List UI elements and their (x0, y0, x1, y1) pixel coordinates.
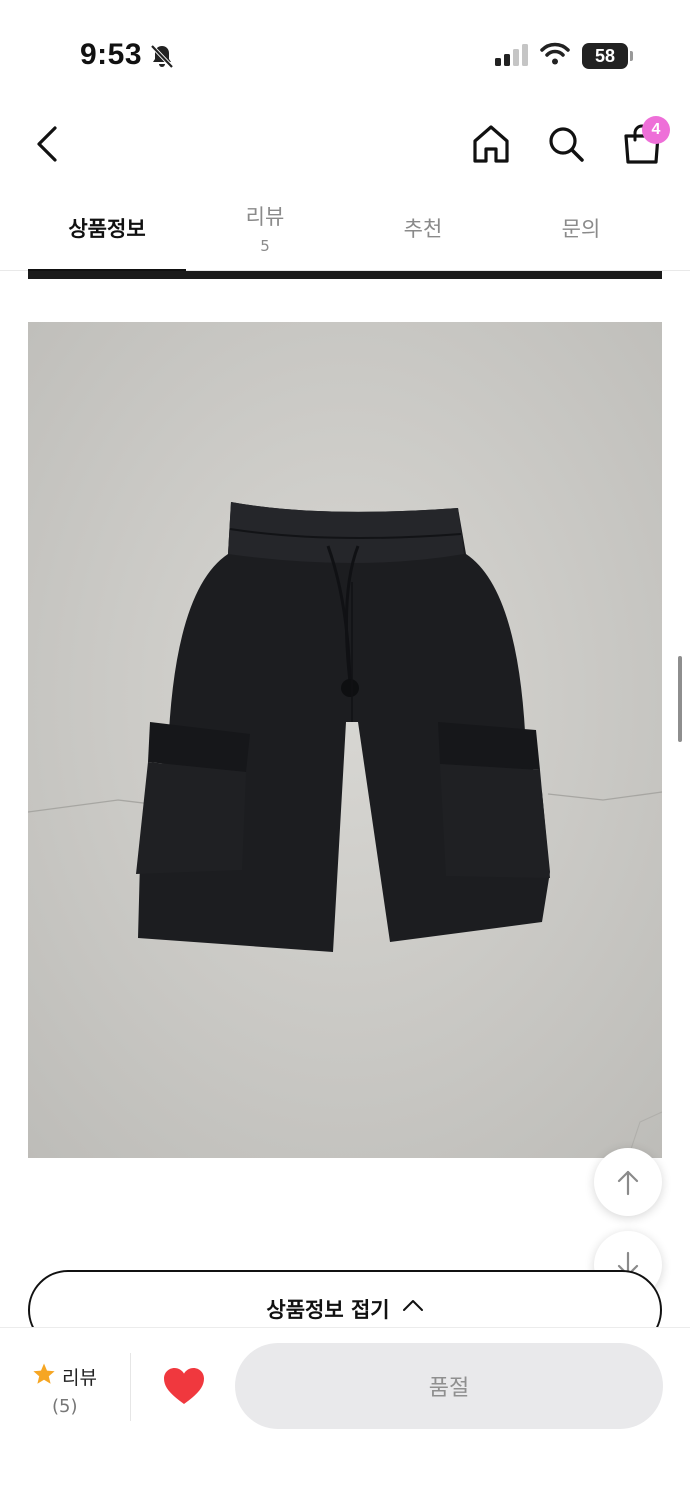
scroll-indicator[interactable] (678, 656, 682, 742)
product-detail-screen: 9:53 58 4 상품정보 리뷰 5 추천 문의 상품정보 접기 리뷰 (5)… (0, 0, 690, 1500)
tab-label: 리뷰 (245, 205, 285, 229)
wifi-icon (540, 42, 570, 65)
signal-icon (495, 44, 528, 66)
bell-off-icon (150, 44, 174, 69)
tab-label: 상품정보 (68, 217, 146, 241)
cart-count-badge: 4 (642, 116, 670, 144)
review-label: 리뷰 (62, 1367, 97, 1389)
tab-inquiry[interactable]: 문의 (502, 185, 660, 271)
bottom-action-bar: 리뷰 (5) 품절 (0, 1327, 690, 1500)
star-icon (33, 1363, 55, 1384)
home-icon[interactable] (470, 122, 512, 166)
tab-recommend[interactable]: 추천 (344, 185, 502, 271)
tab-reviews[interactable]: 리뷰 5 (186, 185, 344, 271)
status-time: 9:53 (80, 38, 143, 71)
arrow-up-icon (617, 1170, 639, 1196)
heart-icon[interactable] (162, 1366, 206, 1406)
bottom-bar-divider (130, 1353, 131, 1421)
tab-product-info[interactable]: 상품정보 (28, 185, 186, 272)
battery-tip (630, 51, 633, 61)
nav-header (0, 110, 690, 185)
search-icon[interactable] (545, 122, 587, 166)
sold-out-label: 품절 (428, 1376, 470, 1401)
status-bar: 9:53 58 (0, 0, 690, 110)
previous-product-image (28, 271, 662, 279)
tab-label: 추천 (403, 217, 443, 241)
product-photo (28, 322, 662, 1158)
sold-out-button[interactable]: 품절 (235, 1343, 663, 1429)
product-tabs: 상품정보 리뷰 5 추천 문의 (0, 185, 690, 272)
tab-review-count: 5 (260, 237, 270, 255)
back-icon[interactable] (28, 122, 68, 166)
review-count: (5) (52, 1396, 78, 1417)
review-summary-button[interactable]: 리뷰 (5) (32, 1360, 122, 1420)
tab-label: 문의 (561, 217, 601, 241)
chevron-up-icon (402, 1300, 423, 1311)
battery-icon: 58 (582, 43, 628, 69)
scroll-top-button[interactable] (594, 1148, 662, 1216)
